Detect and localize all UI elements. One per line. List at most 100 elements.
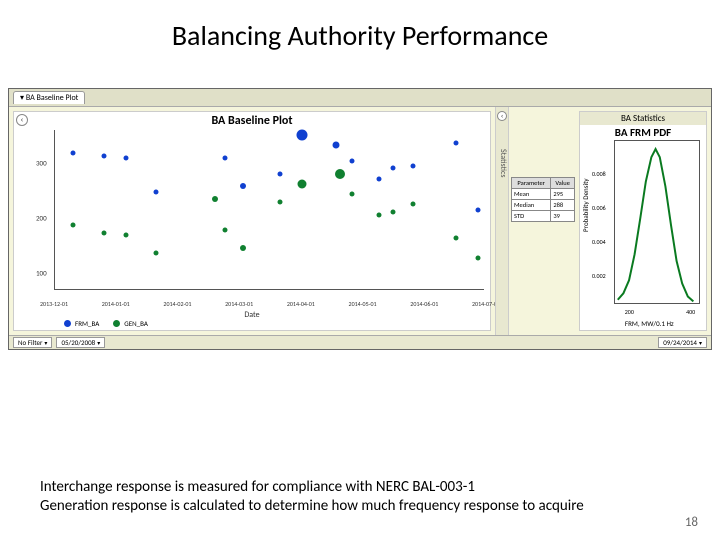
- table-row: Median 288: [512, 200, 575, 211]
- legend-item-frm: FRM_BA: [64, 319, 99, 328]
- xtick: 2014-01-01: [102, 300, 130, 308]
- stats-table: Parameter Value Mean 295 Median 288 STD …: [511, 177, 575, 222]
- scatter-point: [297, 179, 306, 188]
- collapse-button-left[interactable]: ‹: [16, 114, 28, 126]
- scatter-point: [475, 207, 480, 212]
- stats-cell: 288: [551, 200, 575, 211]
- footer-bar: No Filter ▾ 05/20/2008 ▾ 09/24/2014 ▾: [9, 335, 711, 349]
- scatter-point: [277, 171, 282, 176]
- chevron-down-icon: ▾: [97, 338, 100, 348]
- scatter-point: [376, 212, 381, 217]
- filter-dropdown[interactable]: No Filter ▾: [13, 337, 52, 348]
- scatter-point: [123, 156, 128, 161]
- divider-statistics: ‹ Statistics: [495, 107, 509, 335]
- date-end-value: 09/24/2014: [663, 338, 697, 348]
- scatter-point: [411, 163, 416, 168]
- ytick: 100: [36, 268, 47, 277]
- ytick: 300: [36, 158, 47, 167]
- stats-header-param: Parameter: [512, 178, 551, 189]
- date-end-dropdown[interactable]: 09/24/2014 ▾: [658, 337, 707, 348]
- tab-baseline-plot[interactable]: ▾ BA Baseline Plot: [13, 91, 85, 104]
- scatter-point: [222, 228, 227, 233]
- collapse-button-stats[interactable]: ‹: [497, 111, 507, 121]
- stats-cell: Median: [512, 200, 551, 211]
- scatter-point: [277, 199, 282, 204]
- scatter-point: [453, 140, 458, 145]
- content-row: ‹ BA Baseline Plot Frequency Response, M…: [9, 107, 711, 335]
- scatter-point: [212, 196, 218, 202]
- table-row: Mean 295: [512, 189, 575, 200]
- table-row: Parameter Value: [512, 178, 575, 189]
- scatter-point: [101, 230, 106, 235]
- legend-swatch-frm: [64, 320, 71, 327]
- scatter-plot-area: [54, 130, 484, 290]
- pdf-xlabel: FRM, MW/0.1 Hz: [625, 319, 674, 328]
- scatter-point: [390, 166, 395, 171]
- scatter-point: [154, 189, 159, 194]
- stats-header-value: Value: [551, 178, 575, 189]
- caption-line-2: Generation response is calculated to det…: [40, 497, 584, 516]
- chevron-down-icon: ▾: [44, 338, 47, 348]
- pdf-title: BA FRM PDF: [580, 125, 706, 140]
- pdf-xtick: 200: [625, 308, 634, 316]
- scatter-point: [71, 151, 76, 156]
- stats-panel: Parameter Value Mean 295 Median 288 STD …: [509, 107, 577, 335]
- scatter-point: [411, 202, 416, 207]
- statistics-side-label: Statistics: [498, 149, 508, 177]
- scatter-point: [240, 183, 246, 189]
- pdf-ytick: 0.006: [592, 204, 606, 212]
- xtick: 2014-05-01: [349, 300, 377, 308]
- page-number: 18: [685, 515, 698, 530]
- caret-icon: ▾: [20, 93, 24, 103]
- pdf-ytick: 0.002: [592, 272, 606, 280]
- scatter-point: [240, 245, 246, 251]
- scatter-point: [350, 192, 355, 197]
- scatter-point: [123, 233, 128, 238]
- scatter-point: [296, 130, 307, 141]
- scatter-legend: FRM_BA GEN_BA: [64, 319, 148, 328]
- date-start-dropdown[interactable]: 05/20/2008 ▾: [56, 337, 105, 348]
- scatter-point: [453, 235, 458, 240]
- pdf-plot-area: [614, 140, 700, 304]
- xtick: 2014-04-01: [287, 300, 315, 308]
- stats-cell: Mean: [512, 189, 551, 200]
- page-title: Balancing Authority Performance: [0, 0, 720, 61]
- legend-label-gen: GEN_BA: [124, 319, 148, 328]
- pdf-ytick: 0.004: [592, 238, 606, 246]
- legend-label-frm: FRM_BA: [75, 319, 99, 328]
- xtick: 2014-06-01: [410, 300, 438, 308]
- pdf-ytick: 0.008: [592, 170, 606, 178]
- xtick: 2013-12-01: [40, 300, 68, 308]
- scatter-point: [390, 210, 395, 215]
- xtick: 2014-03-01: [225, 300, 253, 308]
- pdf-xtick: 400: [686, 308, 695, 316]
- chevron-down-icon: ▾: [699, 338, 702, 348]
- pdf-ylabel: Probability Density: [581, 178, 590, 232]
- scatter-point: [475, 256, 480, 261]
- scatter-point: [376, 176, 381, 181]
- stats-cell: 295: [551, 189, 575, 200]
- date-start-value: 05/20/2008: [61, 338, 95, 348]
- ytick: 200: [36, 213, 47, 222]
- legend-item-gen: GEN_BA: [113, 319, 148, 328]
- xtick: 2014-02-01: [163, 300, 191, 308]
- scatter-point: [222, 156, 227, 161]
- stats-cell: STD: [512, 211, 551, 222]
- tab-label: BA Baseline Plot: [26, 93, 79, 103]
- scatter-point: [101, 153, 106, 158]
- scatter-point: [333, 142, 340, 149]
- caption-block: Interchange response is measured for com…: [40, 478, 584, 516]
- filter-label: No Filter: [18, 338, 42, 348]
- scatter-point: [350, 158, 355, 163]
- tab-bar: ▾ BA Baseline Plot: [9, 89, 711, 107]
- caption-line-1: Interchange response is measured for com…: [40, 478, 584, 497]
- legend-swatch-gen: [113, 320, 120, 327]
- stats-cell: 39: [551, 211, 575, 222]
- scatter-point: [71, 222, 76, 227]
- scatter-point: [335, 169, 345, 179]
- pdf-curve: [615, 141, 699, 303]
- pdf-panel-header: BA Statistics: [580, 112, 706, 125]
- scatter-xlabel: Date: [244, 310, 259, 320]
- scatter-panel: ‹ BA Baseline Plot Frequency Response, M…: [13, 111, 491, 331]
- pdf-panel: BA Statistics BA FRM PDF Probability Den…: [579, 111, 707, 331]
